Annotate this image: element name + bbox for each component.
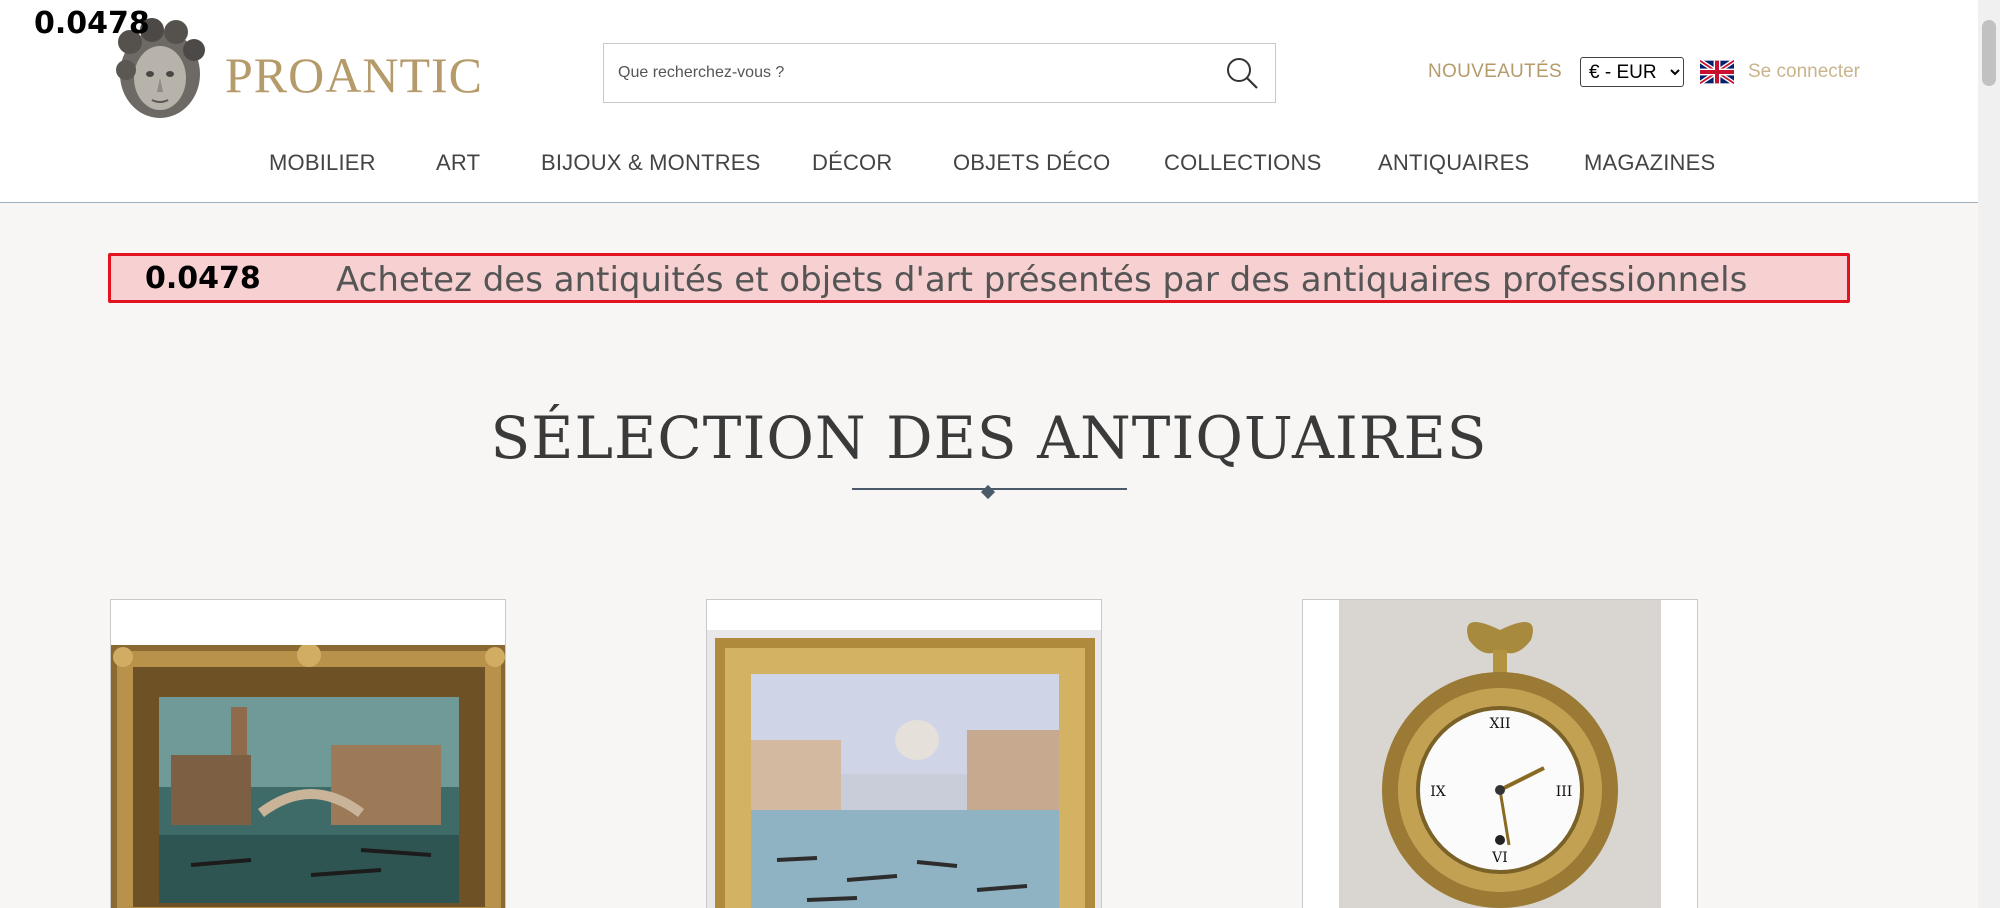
nav-item-objets-deco[interactable]: OBJETS DÉCO	[953, 150, 1110, 176]
page-scrollbar[interactable]	[1978, 0, 2000, 908]
score-label-top: 0.0478	[34, 6, 150, 41]
svg-text:XII: XII	[1489, 716, 1510, 732]
search-input[interactable]	[618, 44, 1198, 102]
nav-item-art[interactable]: ART	[436, 150, 480, 176]
login-link[interactable]: Se connecter	[1748, 61, 1860, 83]
search-icon[interactable]	[1223, 54, 1261, 92]
promo-banner: 0.0478 Achetez des antiquités et objets …	[108, 253, 1850, 303]
product-card[interactable]: XII III VI IX	[1302, 599, 1698, 908]
svg-text:III: III	[1556, 784, 1573, 800]
svg-text:IX: IX	[1430, 784, 1446, 800]
uk-flag-icon[interactable]	[1700, 60, 1734, 84]
score-label-banner: 0.0478	[145, 261, 261, 296]
search-box	[603, 43, 1276, 103]
gilt-bronze-wall-clock-image[interactable]: XII III VI IX	[1339, 600, 1661, 908]
main-nav: MOBILIER ART BIJOUX & MONTRES DÉCOR OBJE…	[0, 150, 1978, 180]
brand-name[interactable]: PROANTIC	[225, 46, 483, 104]
currency-select[interactable]: € - EUR	[1580, 57, 1684, 87]
venice-canal-painting-image[interactable]	[111, 645, 506, 908]
new-arrivals-link[interactable]: NOUVEAUTÉS	[1428, 61, 1562, 83]
site-header: PROANTIC NOUVEAUTÉS € - EUR Se connecter…	[0, 0, 1978, 203]
nav-item-antiquaires[interactable]: ANTIQUAIRES	[1378, 150, 1529, 176]
svg-text:VI: VI	[1491, 850, 1508, 866]
product-card[interactable]	[110, 599, 506, 908]
nav-item-collections[interactable]: COLLECTIONS	[1164, 150, 1321, 176]
nav-item-bijoux-montres[interactable]: BIJOUX & MONTRES	[541, 150, 761, 176]
product-card[interactable]	[706, 599, 1102, 908]
nav-item-magazines[interactable]: MAGAZINES	[1584, 150, 1715, 176]
scrollbar-thumb[interactable]	[1982, 20, 1996, 86]
nav-item-decor[interactable]: DÉCOR	[812, 150, 892, 176]
venice-grand-canal-painting-image[interactable]	[707, 630, 1102, 908]
nav-item-mobilier[interactable]: MOBILIER	[269, 150, 376, 176]
banner-text: Achetez des antiquités et objets d'art p…	[336, 260, 1748, 300]
section-title: SÉLECTION DES ANTIQUAIRES	[490, 404, 1488, 472]
